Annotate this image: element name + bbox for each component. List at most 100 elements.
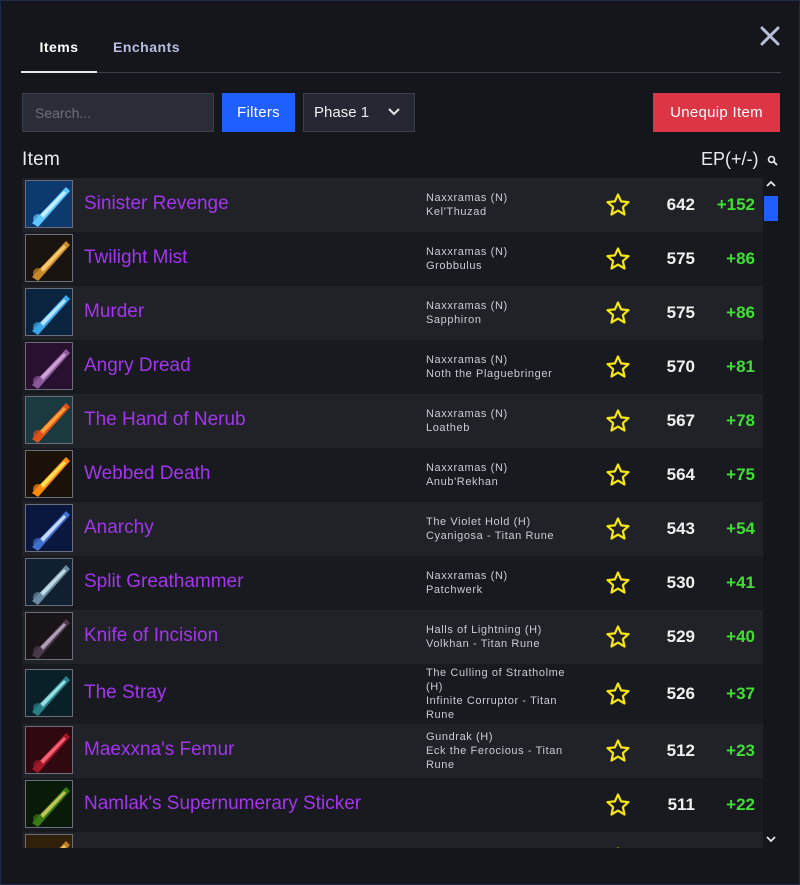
item-ep-value: 529 xyxy=(666,627,695,646)
item-source: Naxxramas (N) Noth the Plaguebringer xyxy=(426,353,586,381)
tab-enchants[interactable]: Enchants xyxy=(113,39,180,72)
blade-fire-icon xyxy=(25,450,73,498)
item-ep-value: 567 xyxy=(666,411,695,430)
scroll-down-icon[interactable] xyxy=(766,835,776,843)
item-source: Naxxramas (N) Patchwerk xyxy=(426,569,586,597)
item-ep-delta: +86 xyxy=(726,303,755,322)
dagger-purple-icon xyxy=(25,342,73,390)
item-name[interactable]: Twilight Mist xyxy=(84,247,187,269)
scrollbar-thumb[interactable] xyxy=(764,196,778,221)
item-row[interactable]: Sinister Revenge Naxxramas (N) Kel'Thuzad 6… xyxy=(22,178,763,232)
item-row[interactable]: Maexxna's Femur Gundrak (H) Eck the Feroci… xyxy=(22,724,763,778)
favorite-star-icon[interactable] xyxy=(605,846,631,848)
item-source: Naxxramas (N) Grobbulus xyxy=(426,245,586,273)
favorite-star-icon[interactable] xyxy=(605,516,631,542)
item-ep-delta: +78 xyxy=(726,411,755,430)
tab-items[interactable]: Items xyxy=(21,39,97,73)
item-name[interactable]: Webbed Death xyxy=(84,463,210,485)
mace-red-icon xyxy=(25,726,73,774)
item-name[interactable]: Angry Dread xyxy=(84,355,191,377)
item-name[interactable]: The Stray xyxy=(84,682,166,704)
search-input[interactable] xyxy=(22,93,214,132)
item-row[interactable] xyxy=(22,832,763,848)
item-row[interactable]: Twilight Mist Naxxramas (N) Grobbulus 575 +8… xyxy=(22,232,763,286)
item-row[interactable]: Split Greathammer Naxxramas (N) Patchwerk 5… xyxy=(22,556,763,610)
item-source-line: Naxxramas (N) xyxy=(426,246,508,258)
favorite-star-icon[interactable] xyxy=(605,462,631,488)
item-row[interactable]: Murder Naxxramas (N) Sapphiron 575 +86 xyxy=(22,286,763,340)
phase-select[interactable]: Phase 1 xyxy=(303,93,415,132)
item-name[interactable]: Murder xyxy=(84,301,144,323)
item-row[interactable]: Webbed Death Naxxramas (N) Anub'Rekhan 564 +… xyxy=(22,448,763,502)
item-source-line: Naxxramas (N) xyxy=(426,300,508,312)
favorite-star-icon[interactable] xyxy=(605,246,631,272)
favorite-star-icon[interactable] xyxy=(605,624,631,650)
item-source-line: Sapphiron xyxy=(426,314,482,326)
item-name[interactable]: Knife of Incision xyxy=(84,625,218,647)
item-source-line: Naxxramas (N) xyxy=(426,408,508,420)
phase-select-value: Phase 1 xyxy=(314,104,370,121)
item-ep-value: 575 xyxy=(666,249,695,268)
item-name[interactable]: Namlak's Supernumerary Sticker xyxy=(84,793,361,815)
knife-dark-icon xyxy=(25,612,73,660)
item-ep-delta: +152 xyxy=(716,195,755,214)
item-source: Naxxramas (N) Anub'Rekhan xyxy=(426,461,586,489)
item-source-line: Gundrak (H) xyxy=(426,731,494,743)
item-name[interactable]: Maexxna's Femur xyxy=(84,739,234,761)
axe-teal-icon xyxy=(25,669,73,717)
item-ep-delta: +37 xyxy=(726,684,755,703)
item-source-line: Loatheb xyxy=(426,422,470,434)
item-source-line: Naxxramas (N) xyxy=(426,354,508,366)
item-ep-value: 530 xyxy=(666,573,695,592)
sword-blue-icon xyxy=(25,504,73,552)
favorite-star-icon[interactable] xyxy=(605,681,631,707)
favorite-star-icon[interactable] xyxy=(605,354,631,380)
item-ep-delta: +41 xyxy=(726,573,755,592)
item-row[interactable]: Angry Dread Naxxramas (N) Noth the Plagueb… xyxy=(22,340,763,394)
unequip-item-button[interactable]: Unequip Item xyxy=(653,93,780,132)
magnifier-icon[interactable] xyxy=(767,155,778,166)
item-ep-value: 511 xyxy=(667,795,695,814)
item-ep-value: 543 xyxy=(666,519,695,538)
item-source-line: Halls of Lightning (H) xyxy=(426,624,542,636)
item-source-line: Volkhan - Titan Rune xyxy=(426,638,541,650)
item-source-line: Patchwerk xyxy=(426,584,483,596)
item-source-line: The Violet Hold (H) xyxy=(426,516,531,528)
item-source: Naxxramas (N) Sapphiron xyxy=(426,299,586,327)
favorite-star-icon[interactable] xyxy=(605,192,631,218)
favorite-star-icon[interactable] xyxy=(605,570,631,596)
item-source: Gundrak (H) Eck the Ferocious - Titan Rune xyxy=(426,730,586,772)
spear-green-icon xyxy=(25,780,73,828)
item-ep-value: 575 xyxy=(666,303,695,322)
item-source-line: Naxxramas (N) xyxy=(426,192,508,204)
item-ep-delta: +54 xyxy=(726,519,755,538)
filters-button[interactable]: Filters xyxy=(222,93,295,132)
item-picker-modal: Items Enchants Filters Phase 1 Unequip I… xyxy=(0,0,800,885)
item-name[interactable]: Split Greathammer xyxy=(84,571,243,593)
scroll-up-icon[interactable] xyxy=(766,180,776,188)
item-name[interactable]: Anarchy xyxy=(84,517,154,539)
item-source-line: Grobbulus xyxy=(426,260,483,272)
column-header-ep[interactable]: EP(+/-) xyxy=(701,149,759,170)
item-row[interactable]: Anarchy The Violet Hold (H) Cyanigosa - Ti… xyxy=(22,502,763,556)
item-row[interactable]: Knife of Incision Halls of Lightning (H) V… xyxy=(22,610,763,664)
favorite-star-icon[interactable] xyxy=(605,300,631,326)
item-row[interactable]: The Stray The Culling of Stratholme (H) Inf… xyxy=(22,664,763,724)
item-source: The Culling of Stratholme (H) Infinite Cor… xyxy=(426,666,586,722)
item-ep-delta: +22 xyxy=(726,795,755,814)
item-ep-delta: +81 xyxy=(726,357,755,376)
item-name[interactable]: The Hand of Nerub xyxy=(84,409,246,431)
item-ep-value: 526 xyxy=(666,684,695,703)
hammer-frost-icon xyxy=(25,558,73,606)
item-source-line: (H) xyxy=(426,681,444,693)
item-ep-delta: +86 xyxy=(726,249,755,268)
item-row[interactable]: The Hand of Nerub Naxxramas (N) Loatheb 567… xyxy=(22,394,763,448)
item-row[interactable]: Namlak's Supernumerary Sticker 511 +22 xyxy=(22,778,763,832)
claw-orange-icon xyxy=(25,396,73,444)
favorite-star-icon[interactable] xyxy=(605,408,631,434)
favorite-star-icon[interactable] xyxy=(605,792,631,818)
column-header-item[interactable]: Item xyxy=(22,149,60,171)
favorite-star-icon[interactable] xyxy=(605,738,631,764)
item-source-line: Anub'Rekhan xyxy=(426,476,499,488)
item-name[interactable]: Sinister Revenge xyxy=(84,193,229,215)
